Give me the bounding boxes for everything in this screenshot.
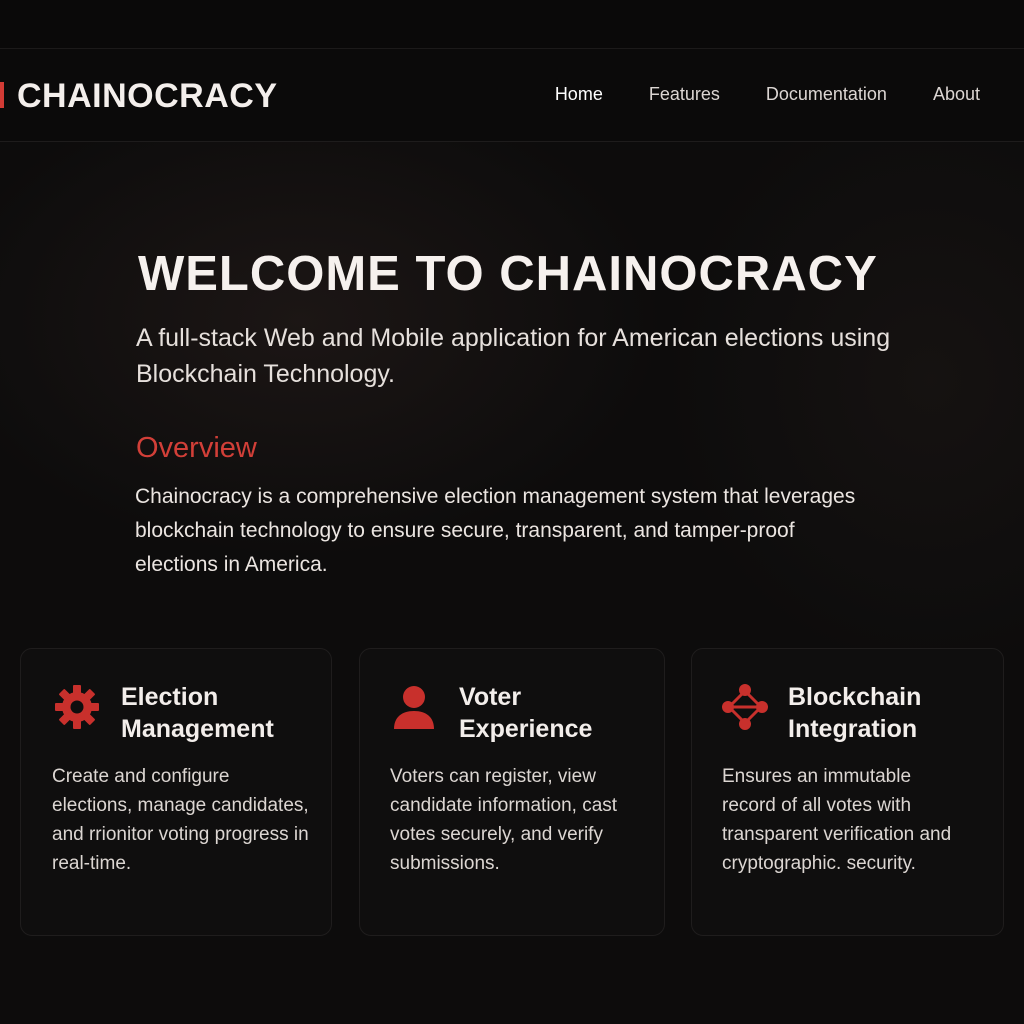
card-description: Voters can register, view candidate info… — [390, 766, 618, 874]
feature-card-voter-experience: Voter Experience Voters can register, vi… — [359, 648, 665, 936]
nav-menu: Home Features Documentation About — [509, 80, 980, 108]
brand-accent-bar — [0, 82, 4, 108]
gear-icon — [55, 685, 99, 729]
card-title: Election Management — [121, 683, 274, 743]
nav-item-features[interactable]: Features — [649, 80, 720, 108]
nav-item-about[interactable]: About — [933, 80, 980, 108]
top-strip — [0, 0, 1024, 49]
feature-card-election-management: Election Management Create and configure… — [20, 648, 332, 936]
network-icon — [722, 684, 768, 730]
hero-subtitle: A full-stack Web and Mobile application … — [136, 324, 891, 388]
nav-item-home[interactable]: Home — [555, 80, 603, 108]
overview-text: Chainocracy is a comprehensive election … — [135, 485, 856, 576]
feature-card-blockchain-integration: Blockchain Integration Ensures an immuta… — [691, 648, 1004, 936]
overview-heading: Overview — [136, 432, 257, 464]
card-title: Voter Experience — [459, 683, 593, 743]
card-description: Ensures an immutable record of all votes… — [722, 766, 952, 874]
card-description: Create and configure elections, manage c… — [52, 766, 309, 874]
nav-item-documentation[interactable]: Documentation — [766, 80, 887, 108]
user-icon — [394, 686, 434, 729]
brand-logo[interactable]: CHAINOCRACY — [17, 74, 278, 118]
hero-title: WELCOME TO CHAINOCRACY — [138, 247, 878, 301]
card-title: Blockchain Integration — [788, 683, 922, 743]
